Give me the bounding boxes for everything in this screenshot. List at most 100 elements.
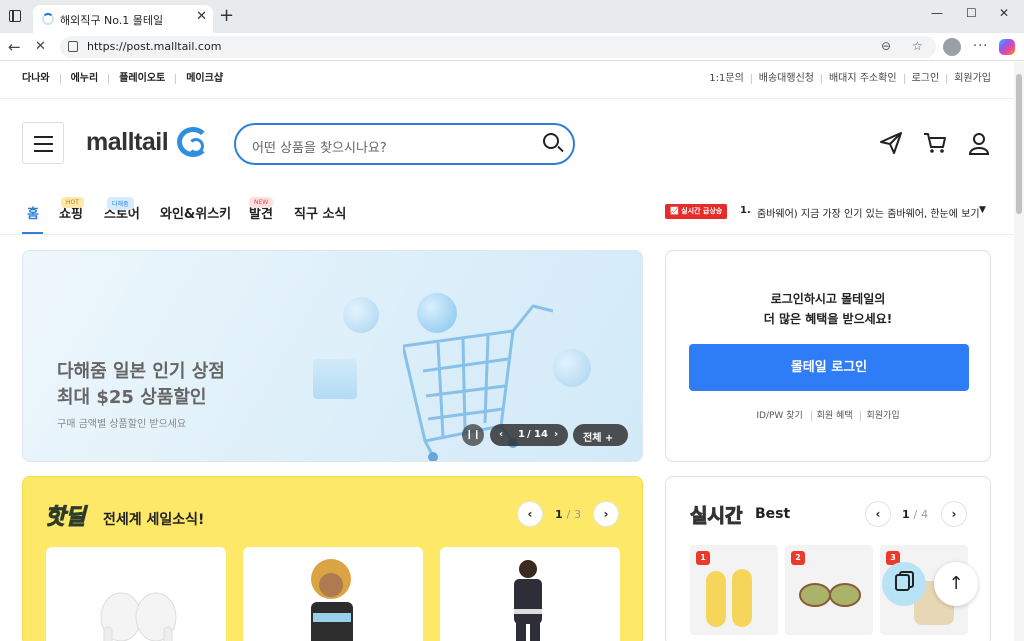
best-pagination: 1 / 4 (902, 508, 929, 521)
model-tracksuit-image (514, 560, 542, 641)
web-page: 다나와 에누리 플레이오토 메이크샵 1:1문의 배송대행신청 배대지 주소확인… (0, 62, 1014, 641)
hotdeal-title: 전세계 세일소식! (103, 512, 205, 528)
hotdeal-card[interactable] (243, 547, 423, 641)
realtime-dropdown-icon[interactable]: ▼ (979, 205, 986, 215)
login-button[interactable]: 몰테일 로그인 (689, 344, 969, 391)
nav-shopping-label: 쇼핑 (59, 207, 83, 222)
partner-links: 다나와 에누리 플레이오토 메이크샵 (22, 74, 233, 84)
cart-icon[interactable] (923, 131, 947, 155)
banner-next-button[interactable]: › (554, 429, 558, 440)
scrollbar-thumb[interactable] (1016, 74, 1022, 214)
nav-store[interactable]: 스토어 다해줌 (104, 197, 140, 222)
user-icon[interactable] (967, 131, 991, 155)
model-top-image (311, 559, 353, 641)
search-icon[interactable] (543, 133, 559, 149)
banner-title-line: 최대 $25 상품할인 (57, 387, 207, 408)
login-message-line: 로그인하시고 몰테일의 (770, 292, 886, 306)
inquiry-link[interactable]: 1:1문의 (702, 74, 751, 84)
best-product-card[interactable]: 2 (785, 545, 873, 635)
address-bar: ← ✕ https://post.malltail.com ⊖ ☆ ··· (0, 33, 1024, 61)
main-banner[interactable]: 다해줌 일본 인기 상점 최대 $25 상품할인 구매 금액별 상품할인 받으세… (22, 250, 643, 462)
hotdeal-card[interactable] (440, 547, 620, 641)
realtime-logo: 실시간 (689, 505, 743, 528)
copy-icon (895, 574, 910, 591)
back-button[interactable]: ← (8, 38, 21, 56)
hotdeal-logo: 핫딜 (44, 505, 86, 531)
favorite-star-icon[interactable]: ☆ (912, 39, 923, 53)
member-benefits-link[interactable]: 회원 혜택 (810, 411, 858, 421)
url-field[interactable]: https://post.malltail.com ⊖ ☆ (60, 36, 936, 58)
nav-discover[interactable]: 발견 NEW (249, 197, 274, 222)
hotdeal-next-button[interactable]: › (593, 501, 619, 527)
banner-page-separator: / (527, 429, 531, 440)
realtime-keyword[interactable]: 줌바웨어) 지금 가장 인기 있는 줌바웨어, 한눈에 보기 (757, 205, 980, 220)
nav-discover-label: 발견 (249, 207, 273, 222)
dahaejum-badge: 다해줌 (107, 197, 134, 210)
hotdeal-card[interactable] (46, 547, 226, 641)
login-links: ID/PW 찾기 회원 혜택 회원가입 (666, 408, 990, 421)
best-title: Best (755, 506, 791, 522)
browser-tab[interactable]: 해외직구 No.1 몰테일 ✕ (33, 5, 213, 33)
nav-wine-whisky[interactable]: 와인&위스키 (160, 203, 231, 222)
site-logo[interactable]: malltail (86, 128, 169, 157)
login-link[interactable]: 로그인 (903, 74, 947, 84)
minimize-button[interactable]: — (931, 6, 943, 20)
tab-title: 해외직구 No.1 몰테일 (60, 14, 164, 27)
hotdeal-pagination: 1 / 3 (555, 508, 582, 521)
partner-link[interactable]: 에누리 (59, 74, 109, 84)
find-id-pw-link[interactable]: ID/PW 찾기 (751, 411, 807, 421)
new-badge: NEW (249, 197, 274, 208)
partner-link[interactable]: 플레이오토 (108, 74, 175, 84)
close-window-button[interactable]: ✕ (999, 6, 1009, 20)
pause-button[interactable]: ❙❙ (462, 424, 484, 446)
profile-avatar[interactable] (943, 38, 961, 56)
maximize-button[interactable]: ☐ (966, 6, 977, 20)
menu-line (34, 143, 53, 145)
copy-floating-button[interactable] (882, 562, 926, 606)
gift-box-image (313, 359, 357, 399)
coin-image (343, 297, 379, 333)
page-scrollbar[interactable] (1014, 62, 1024, 641)
hamburger-menu-button[interactable] (22, 122, 64, 164)
new-tab-button[interactable]: + (219, 5, 234, 27)
hotdeal-section: 핫딜 전세계 세일소식! ‹ 1 / 3 › (22, 476, 643, 641)
tab-actions-icon[interactable] (9, 10, 21, 22)
best-next-button[interactable]: › (941, 501, 967, 527)
signup-link[interactable]: 회원가입 (946, 74, 991, 84)
banner-pager: ‹ 1 / 14 › (490, 424, 568, 446)
more-menu-button[interactable]: ··· (973, 39, 988, 54)
banner-page-current: 1 (518, 429, 525, 440)
copilot-icon[interactable] (999, 39, 1015, 55)
hot-badge: HOT (61, 197, 84, 208)
send-icon[interactable] (879, 131, 903, 155)
signup-link[interactable]: 회원가입 (860, 411, 905, 421)
reader-icon[interactable]: ⊖ (881, 39, 891, 53)
hotdeal-prev-button[interactable]: ‹ (517, 501, 543, 527)
nav-direct-news[interactable]: 직구 소식 (294, 203, 346, 222)
nav-active-indicator (22, 232, 43, 234)
search-box[interactable]: 어떤 상품을 찾으시나요? (234, 123, 575, 165)
close-tab-icon[interactable]: ✕ (196, 9, 207, 24)
site-info-icon[interactable] (68, 41, 78, 52)
banner-subtitle: 구매 금액별 상품할인 받으세요 (57, 419, 187, 430)
best-prev-button[interactable]: ‹ (865, 501, 891, 527)
member-links: 1:1문의 배송대행신청 배대지 주소확인 로그인 회원가입 (702, 74, 991, 84)
hotdeal-total: 3 (574, 508, 582, 521)
scroll-to-top-button[interactable]: ↑ (934, 562, 978, 606)
best-product-card[interactable]: 1 (690, 545, 778, 635)
banner-prev-button[interactable]: ‹ (499, 429, 503, 440)
address-check-link[interactable]: 배대지 주소확인 (820, 74, 904, 84)
nav-home[interactable]: 홈 (27, 203, 39, 222)
stop-loading-button[interactable]: ✕ (35, 39, 46, 54)
partner-link[interactable]: 메이크샵 (175, 74, 233, 84)
site-header: malltail 어떤 상품을 찾으시나요? (0, 99, 1014, 189)
main-navigation: 홈 쇼핑 HOT 스토어 다해줌 와인&위스키 발견 NEW 직구 소식 📈 실… (0, 189, 1014, 235)
partner-link[interactable]: 다나와 (22, 74, 60, 84)
search-input[interactable]: 어떤 상품을 찾으시나요? (252, 137, 387, 156)
nav-shopping[interactable]: 쇼핑 HOT (59, 197, 84, 222)
browser-tab-bar: 해외직구 No.1 몰테일 ✕ + — ☐ ✕ (0, 0, 1024, 33)
rank-badge: 2 (791, 551, 805, 565)
banner-title: 다해줌 일본 인기 상점 최대 $25 상품할인 (57, 359, 225, 411)
shipping-request-link[interactable]: 배송대행신청 (750, 74, 821, 84)
banner-view-all-button[interactable]: 전체 + (573, 424, 628, 446)
